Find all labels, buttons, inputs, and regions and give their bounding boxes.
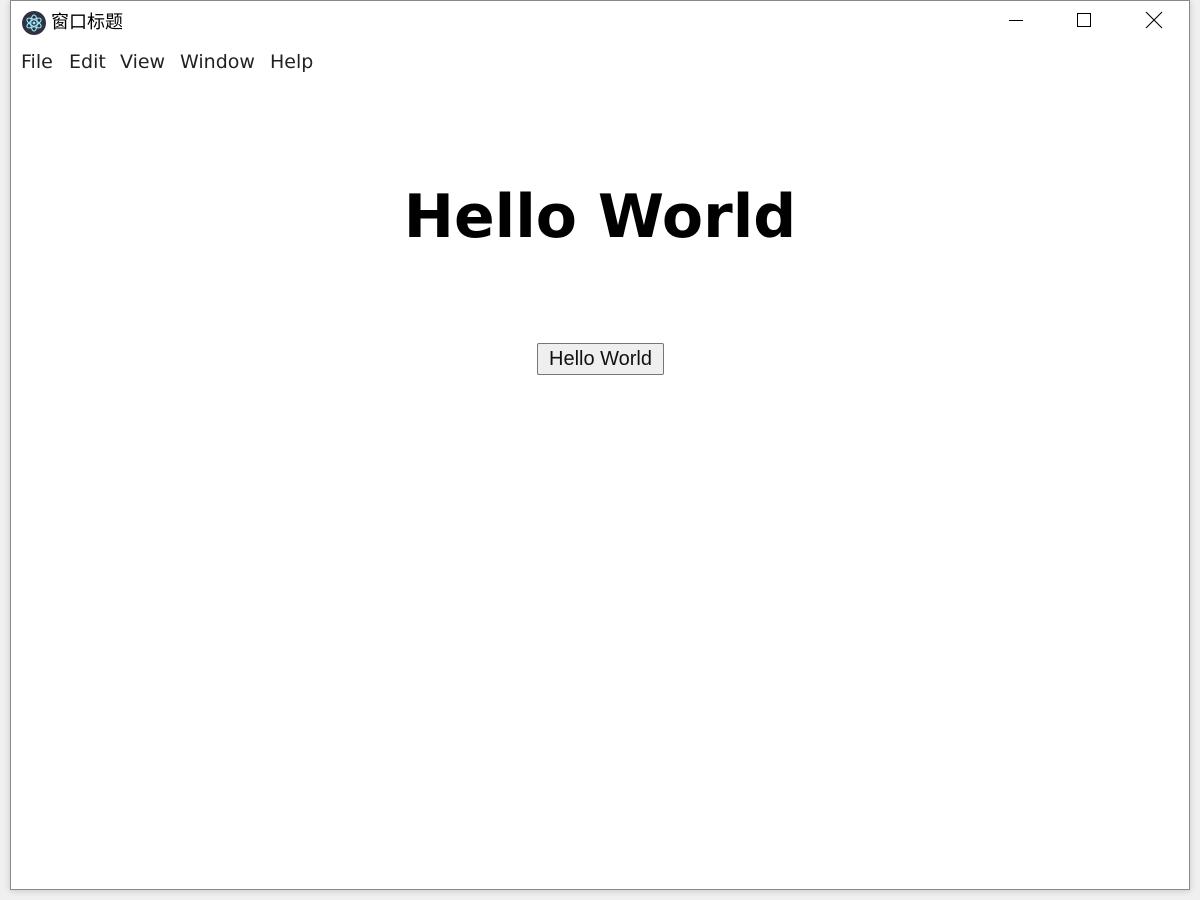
page-heading: Hello World bbox=[403, 182, 797, 252]
page-content: Hello World Hello World bbox=[11, 81, 1189, 889]
hello-world-button[interactable]: Hello World bbox=[537, 343, 664, 375]
menu-file[interactable]: File bbox=[19, 51, 55, 73]
app-window: 窗口标题 File Edit View Window Help Hello Wo… bbox=[10, 0, 1190, 890]
minimize-button[interactable] bbox=[981, 1, 1051, 43]
title-bar[interactable]: 窗口标题 bbox=[11, 1, 1189, 43]
maximize-button[interactable] bbox=[1049, 1, 1119, 43]
maximize-icon bbox=[1076, 12, 1092, 32]
menu-edit[interactable]: Edit bbox=[67, 51, 108, 73]
close-icon bbox=[1145, 11, 1163, 33]
menu-window[interactable]: Window bbox=[178, 51, 257, 73]
minimize-icon bbox=[1008, 12, 1024, 32]
menu-view[interactable]: View bbox=[118, 51, 167, 73]
electron-atom-icon bbox=[22, 11, 46, 35]
close-button[interactable] bbox=[1119, 1, 1189, 43]
menu-help[interactable]: Help bbox=[268, 51, 315, 73]
window-title: 窗口标题 bbox=[51, 12, 123, 33]
menu-bar: File Edit View Window Help bbox=[11, 43, 1189, 81]
